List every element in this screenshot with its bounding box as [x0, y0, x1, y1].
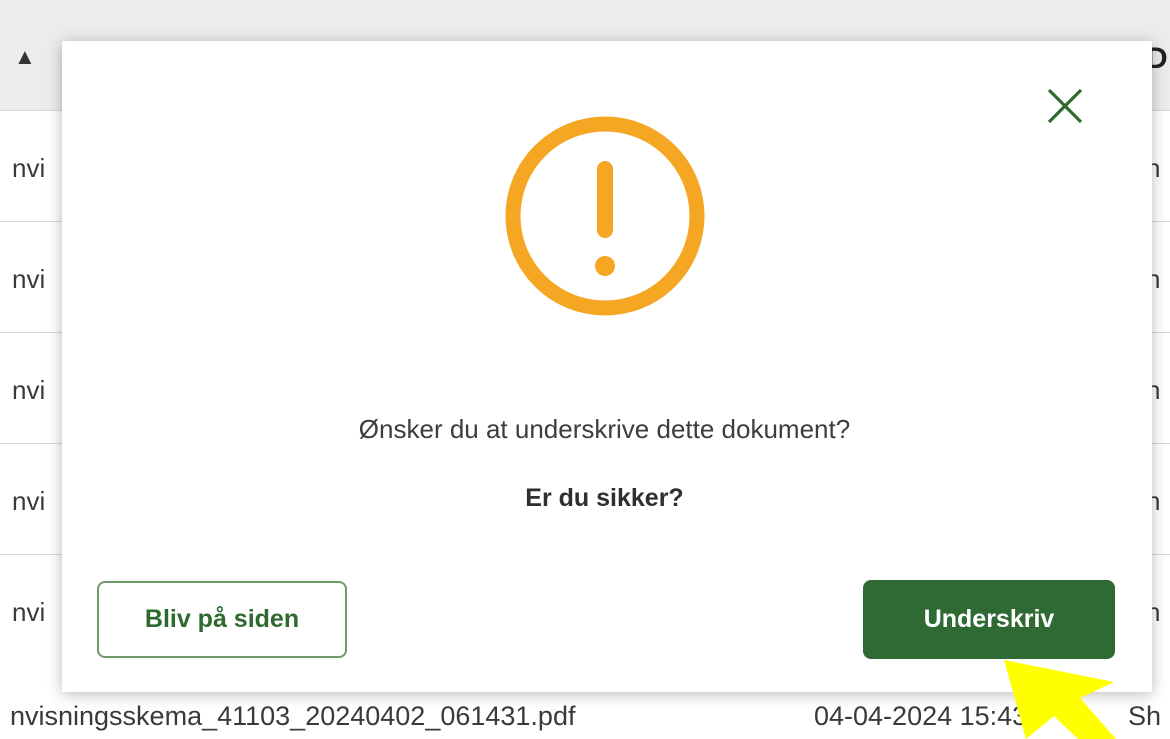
- warning-icon: [502, 113, 708, 319]
- row-filename-partial: nvi: [12, 375, 46, 405]
- confirm-sign-dialog: Ønsker du at underskrive dette dokument?…: [62, 41, 1152, 692]
- dialog-confirm-text: Er du sikker?: [525, 484, 684, 512]
- row-filename-partial: nvi: [12, 486, 46, 516]
- row-date: 04-04-2024 15:43: [814, 701, 1028, 731]
- row-filename: nvisningsskema_41103_20240402_061431.pdf: [10, 701, 576, 731]
- sort-arrow-icon[interactable]: ▲: [14, 44, 36, 70]
- close-icon: [1047, 88, 1083, 124]
- row-filename-partial: nvi: [12, 597, 46, 627]
- close-button[interactable]: [1044, 85, 1088, 129]
- stay-on-page-button[interactable]: Bliv på siden: [97, 581, 347, 658]
- dialog-question: Ønsker du at underskrive dette dokument?: [358, 414, 851, 444]
- row-owner-partial: Sh: [1128, 701, 1162, 731]
- table-row[interactable]: nvisningsskema_41103_20240402_061431.pdf…: [0, 693, 1170, 739]
- row-filename-partial: nvi: [12, 264, 46, 294]
- sign-button[interactable]: Underskriv: [863, 580, 1115, 659]
- row-filename-partial: nvi: [12, 153, 46, 183]
